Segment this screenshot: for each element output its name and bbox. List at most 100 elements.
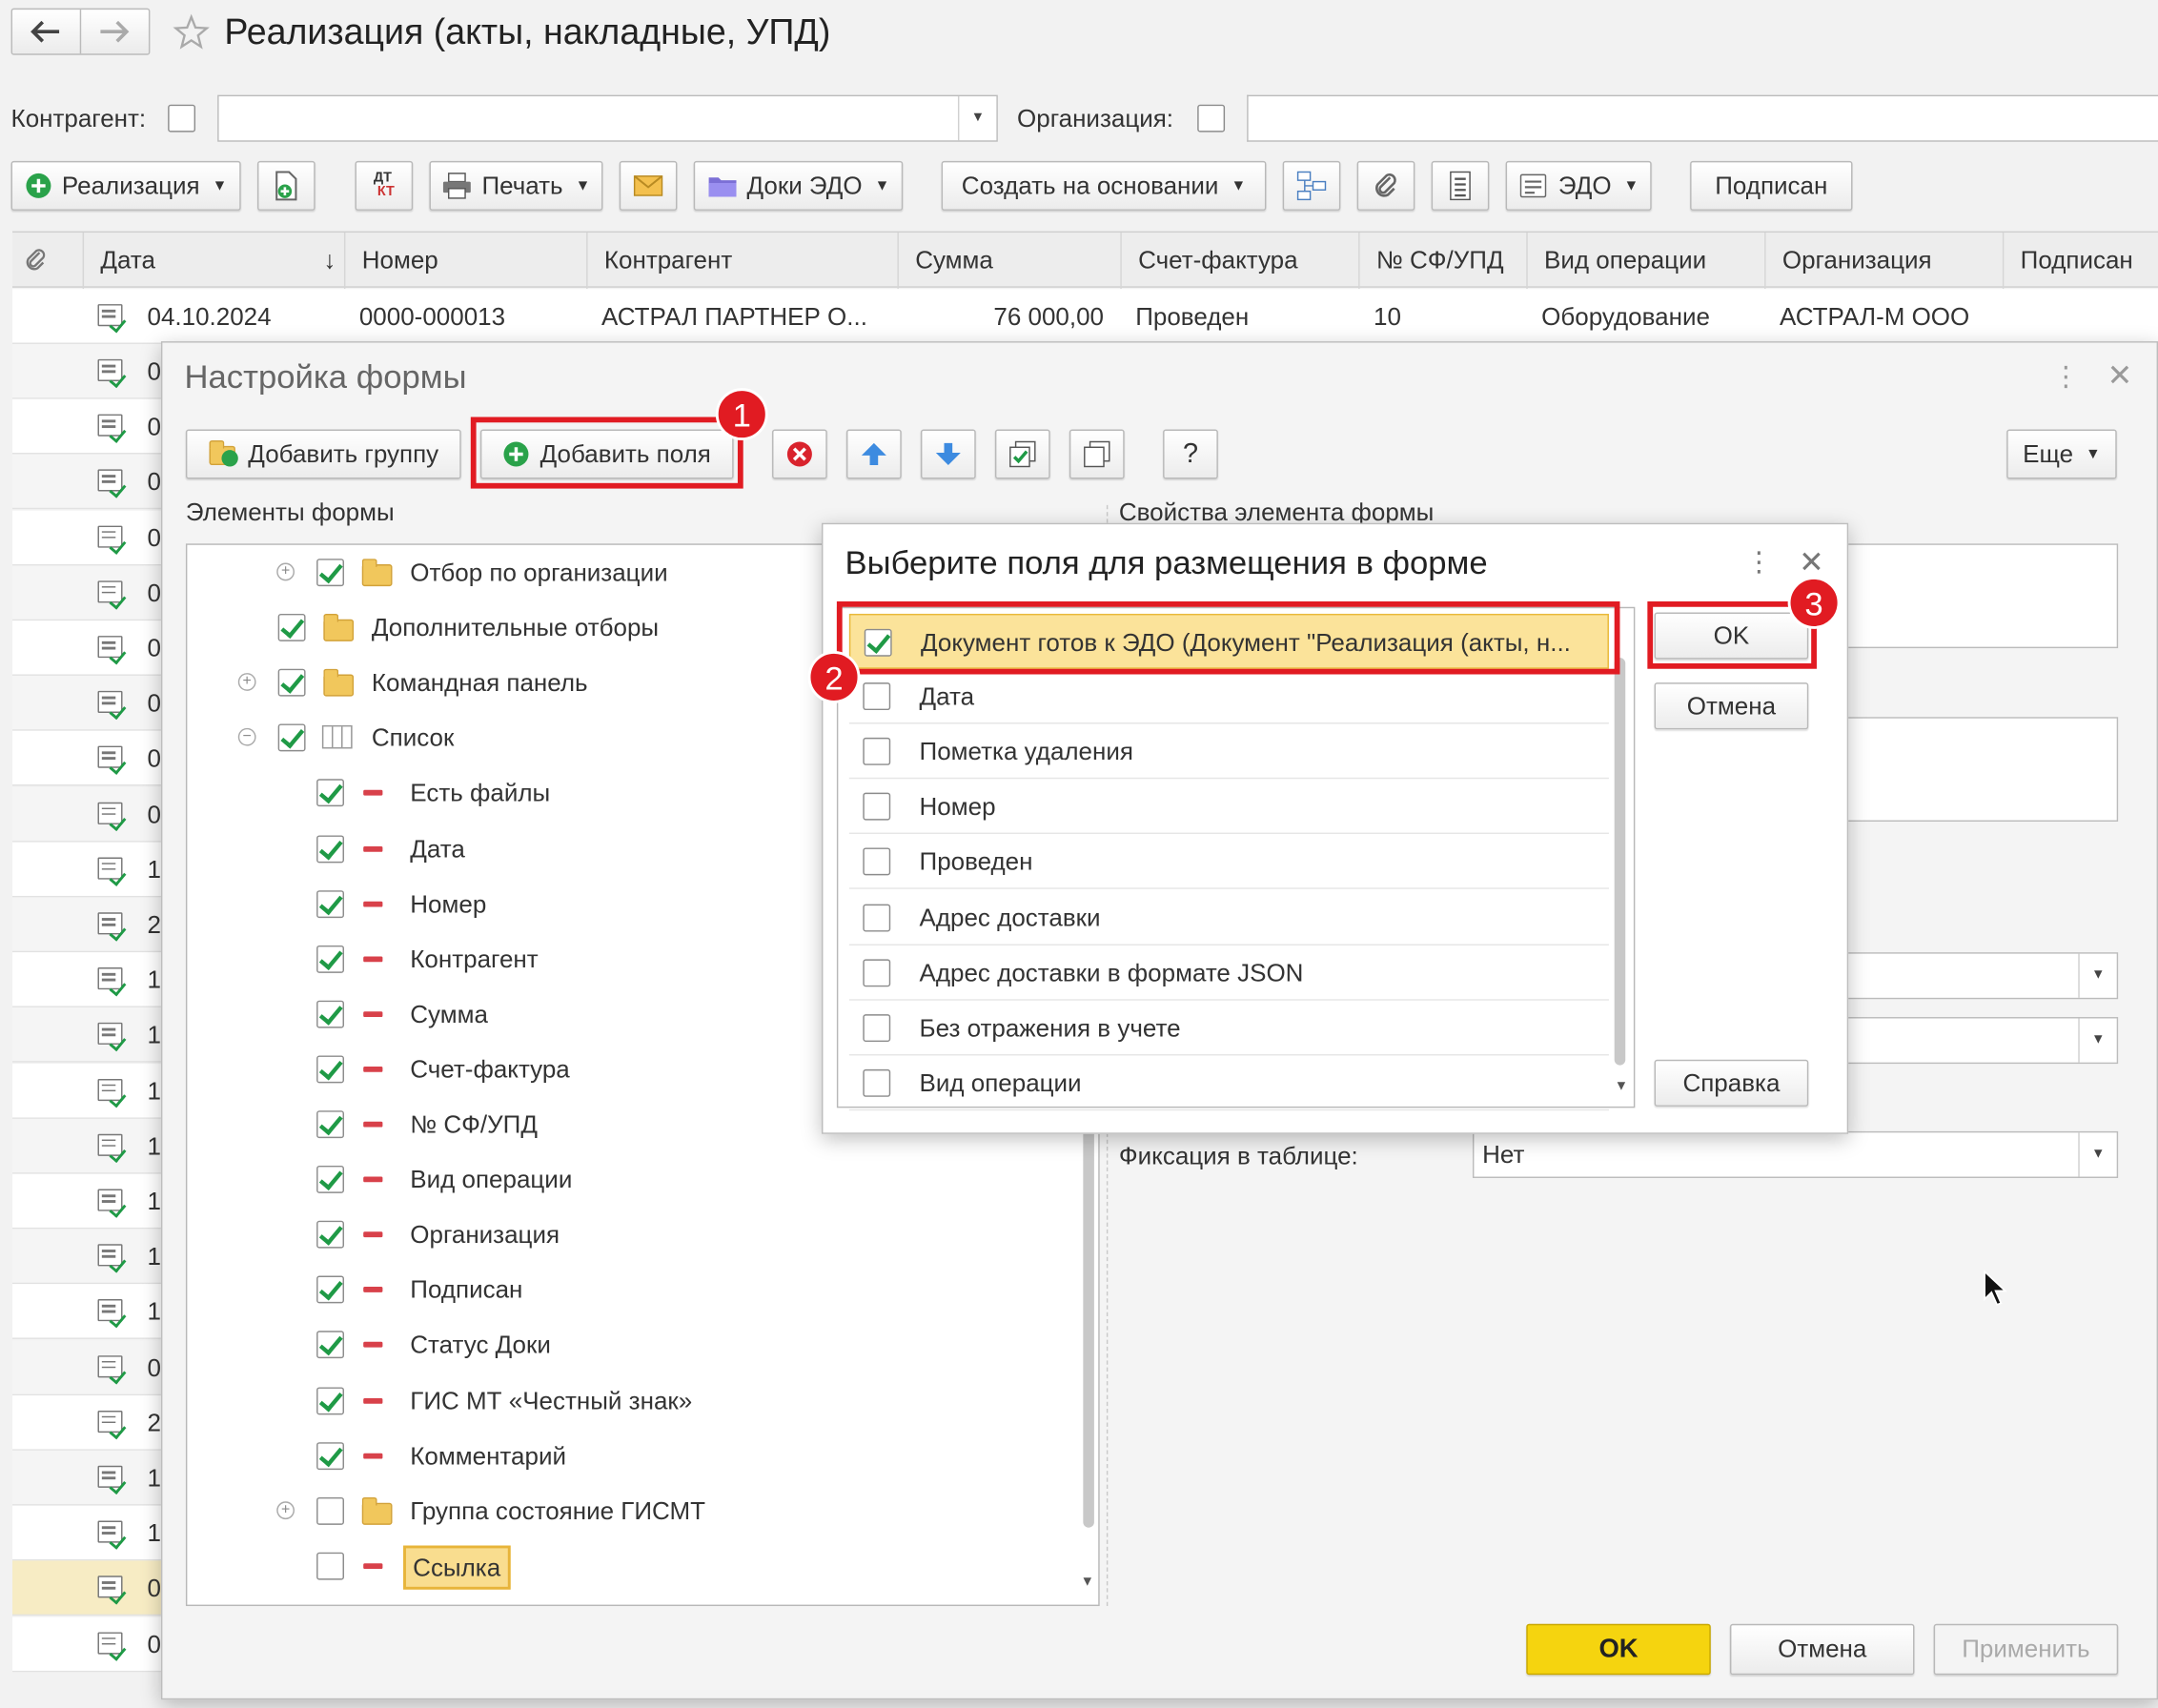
tree-item-checkbox[interactable] bbox=[316, 1386, 344, 1414]
delete-button[interactable] bbox=[772, 429, 827, 479]
tree-item-checkbox[interactable] bbox=[316, 1441, 344, 1470]
form-apply-button[interactable]: Применить bbox=[1933, 1623, 2119, 1676]
scroll-down-icon[interactable]: ▼ bbox=[1615, 1079, 1628, 1094]
tree-item-checkbox[interactable] bbox=[316, 1221, 344, 1249]
close-icon[interactable]: ✕ bbox=[1799, 546, 1824, 580]
property-select-2[interactable]: ▼ bbox=[1845, 1017, 2119, 1065]
choose-cancel-button[interactable]: Отмена bbox=[1654, 682, 1809, 730]
email-button[interactable] bbox=[619, 160, 678, 211]
form-ok-button[interactable]: OK bbox=[1526, 1623, 1711, 1676]
edo-docs-button[interactable]: Доки ЭДО ▼ bbox=[693, 160, 904, 211]
tree-item-checkbox[interactable] bbox=[316, 889, 344, 918]
expand-icon[interactable]: + bbox=[237, 673, 256, 692]
signed-button[interactable]: Подписан bbox=[1690, 160, 1853, 211]
field-option[interactable]: Без отражения в учете bbox=[848, 1000, 1609, 1056]
choose-help-button[interactable]: Справка bbox=[1654, 1059, 1809, 1107]
realization-button[interactable]: Реализация ▼ bbox=[10, 160, 241, 211]
chevron-down-icon[interactable]: ▼ bbox=[2078, 953, 2116, 998]
tree-item-checkbox[interactable] bbox=[316, 1552, 344, 1580]
field-option-checkbox[interactable] bbox=[863, 1013, 891, 1042]
chevron-down-icon[interactable]: ▼ bbox=[2078, 1132, 2116, 1177]
field-option-checkbox[interactable] bbox=[863, 903, 891, 931]
tree-item-checkbox[interactable] bbox=[316, 559, 344, 587]
star-icon[interactable] bbox=[172, 13, 210, 51]
add-group-button[interactable]: Добавить группу bbox=[185, 429, 461, 479]
tree-item-checkbox[interactable] bbox=[316, 1331, 344, 1359]
form-cancel-button[interactable]: Отмена bbox=[1729, 1623, 1915, 1676]
column-sum[interactable]: Сумма bbox=[899, 233, 1122, 290]
check-all-button[interactable] bbox=[994, 429, 1050, 479]
counterparty-checkbox[interactable] bbox=[168, 104, 196, 132]
property-field-2[interactable] bbox=[1845, 717, 2119, 823]
attach-button[interactable] bbox=[1356, 160, 1415, 211]
table-row[interactable]: 04.10.2024 0000-000013 АСТРАЛ ПАРТНЕР О.… bbox=[11, 289, 2158, 344]
field-option-checkbox[interactable] bbox=[863, 793, 891, 821]
dt-kt-button[interactable]: ДТ КТ bbox=[355, 160, 414, 211]
counterparty-select[interactable]: ▼ bbox=[217, 94, 998, 142]
tree-item-checkbox[interactable] bbox=[316, 1110, 344, 1139]
copy-document-button[interactable] bbox=[257, 160, 316, 211]
scroll-down-icon[interactable]: ▼ bbox=[1081, 1575, 1094, 1590]
tree-item[interactable]: Подписан bbox=[187, 1262, 1068, 1317]
move-up-button[interactable] bbox=[845, 429, 902, 479]
field-option[interactable]: Дата bbox=[848, 669, 1609, 724]
field-option[interactable]: Номер bbox=[848, 780, 1609, 835]
tree-item-checkbox[interactable] bbox=[316, 1166, 344, 1193]
field-option[interactable]: Адрес доставки в формате JSON bbox=[848, 945, 1609, 1001]
property-select-1[interactable]: ▼ bbox=[1845, 952, 2119, 1000]
tree-item-checkbox[interactable] bbox=[277, 669, 306, 697]
tree-item-checkbox[interactable] bbox=[316, 1275, 344, 1304]
forward-button[interactable] bbox=[80, 10, 148, 53]
uncheck-all-button[interactable] bbox=[1069, 429, 1125, 479]
tree-item-checkbox[interactable] bbox=[277, 723, 306, 752]
tree-item[interactable]: ГИС МТ «Честный знак» bbox=[187, 1372, 1068, 1428]
structure-button[interactable] bbox=[1282, 160, 1341, 211]
organization-select[interactable] bbox=[1247, 94, 2158, 142]
column-counterparty[interactable]: Контрагент bbox=[588, 233, 899, 290]
field-option[interactable]: Вид операции bbox=[848, 1055, 1609, 1110]
back-button[interactable] bbox=[12, 10, 81, 54]
print-button[interactable]: Печать ▼ bbox=[429, 160, 603, 211]
close-icon[interactable]: ✕ bbox=[2107, 358, 2133, 393]
tree-item-checkbox[interactable] bbox=[316, 1000, 344, 1028]
field-option-checkbox[interactable] bbox=[863, 958, 891, 986]
chevron-down-icon[interactable]: ▼ bbox=[957, 96, 996, 141]
column-attachments[interactable] bbox=[12, 233, 85, 290]
edo-button[interactable]: ЭДО ▼ bbox=[1505, 160, 1652, 211]
tree-item-checkbox[interactable] bbox=[277, 614, 306, 641]
tree-item-checkbox[interactable] bbox=[316, 945, 344, 973]
expand-icon[interactable]: + bbox=[276, 1500, 295, 1519]
column-sf-upd[interactable]: № СФ/УПД bbox=[1360, 233, 1528, 290]
tree-item[interactable]: Вид операции bbox=[187, 1152, 1068, 1208]
column-invoice[interactable]: Счет-фактура bbox=[1122, 233, 1360, 290]
property-field-1[interactable] bbox=[1845, 543, 2119, 649]
tree-item-checkbox[interactable] bbox=[316, 834, 344, 863]
field-option[interactable]: Пометка удаления bbox=[848, 724, 1609, 780]
more-vert-icon[interactable]: ⋮ bbox=[1745, 548, 1773, 579]
field-option-checkbox[interactable] bbox=[863, 738, 891, 766]
field-option[interactable]: Проведен bbox=[848, 835, 1609, 890]
more-button[interactable]: Еще ▼ bbox=[2006, 429, 2117, 479]
help-button[interactable]: ? bbox=[1163, 429, 1218, 479]
tree-item[interactable]: Ссылка bbox=[187, 1538, 1068, 1594]
move-down-button[interactable] bbox=[920, 429, 976, 479]
column-number[interactable]: Номер bbox=[345, 233, 588, 290]
tree-item-checkbox[interactable] bbox=[316, 1055, 344, 1084]
field-option-checkbox[interactable] bbox=[863, 682, 891, 711]
fields-scrollbar[interactable] bbox=[1614, 658, 1626, 1066]
list-button[interactable] bbox=[1431, 160, 1490, 211]
tree-item[interactable]: Организация bbox=[187, 1208, 1068, 1263]
tree-item[interactable]: Статус Доки bbox=[187, 1317, 1068, 1372]
column-organization[interactable]: Организация bbox=[1766, 233, 2005, 290]
expand-icon[interactable]: + bbox=[276, 562, 295, 581]
fixation-select[interactable]: Нет ▼ bbox=[1472, 1130, 2119, 1178]
more-vert-icon[interactable]: ⋮ bbox=[2052, 362, 2080, 393]
column-operation[interactable]: Вид операции bbox=[1528, 233, 1766, 290]
tree-item-checkbox[interactable] bbox=[316, 779, 344, 807]
field-option[interactable]: Адрес доставки bbox=[848, 889, 1609, 946]
tree-item-checkbox[interactable] bbox=[316, 1496, 344, 1525]
column-date[interactable]: Дата ↓ bbox=[84, 233, 346, 290]
field-option-checkbox[interactable] bbox=[863, 1068, 891, 1097]
tree-item[interactable]: Комментарий bbox=[187, 1428, 1068, 1483]
field-option-checkbox[interactable] bbox=[863, 848, 891, 876]
